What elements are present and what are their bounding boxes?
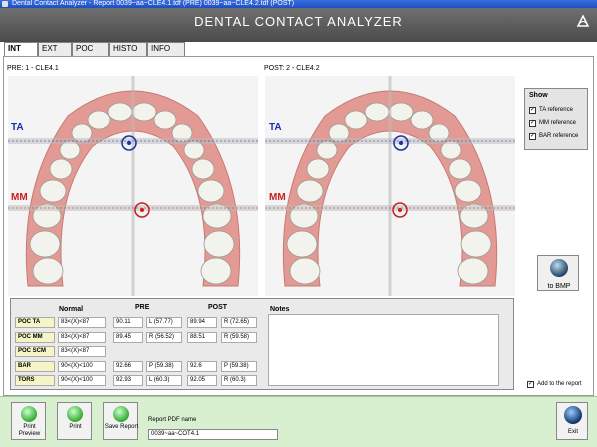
- row-label-tors: TORS: [15, 375, 55, 386]
- row-label-poc-mm: POC MM: [15, 332, 55, 343]
- show-title: Show: [529, 92, 548, 99]
- normal-cell: 83<(X)<87: [58, 346, 106, 357]
- normal-cell: 83<(X)<87: [58, 317, 106, 328]
- print-label: Print: [69, 424, 82, 430]
- pre-value-cell: 90.11: [113, 317, 143, 328]
- tab-histo[interactable]: HISTO: [109, 42, 147, 56]
- tab-int[interactable]: INT: [4, 42, 38, 57]
- post-ta-label: TA: [269, 122, 282, 133]
- pre-mm-label: MM: [11, 192, 28, 203]
- exit-button[interactable]: Exit: [556, 402, 588, 440]
- window-title: Dental Contact Analyzer - Report 0039~aa…: [12, 0, 295, 7]
- app-title: DENTAL CONTACT ANALYZER: [194, 14, 403, 29]
- exit-icon: [564, 406, 582, 424]
- ta-reference-label: TA reference: [539, 107, 573, 113]
- post-value-cell: 92.6: [187, 361, 217, 372]
- tab-ext[interactable]: EXT: [38, 42, 72, 56]
- report-pdf-name-label: Report PDF name: [148, 417, 197, 423]
- print-preview-icon: [21, 406, 37, 422]
- notes-textarea[interactable]: [268, 314, 499, 386]
- post-value-cell: 88.51: [187, 332, 217, 343]
- post-value-cell: 92.05: [187, 375, 217, 386]
- pre-mm-target-icon: [134, 202, 150, 218]
- exit-label: Exit: [567, 429, 578, 435]
- row-label-poc-ta: POC TA: [15, 317, 55, 328]
- row-label-bar: BAR: [15, 361, 55, 372]
- row-label-poc-scm: POC SCM: [15, 346, 55, 357]
- normal-cell: 83<(X)<87: [58, 332, 106, 343]
- post-value-cell: 89.94: [187, 317, 217, 328]
- pre-side-cell: R (56.52): [146, 332, 182, 343]
- post-arch-image: [265, 76, 515, 296]
- post-side-cell: R (59.58): [221, 332, 257, 343]
- post-mm-target-icon: [392, 202, 408, 218]
- pre-value-cell: 92.93: [113, 375, 143, 386]
- pre-side-cell: P (59.38): [146, 361, 182, 372]
- pre-value-cell: 89.45: [113, 332, 143, 343]
- pre-header: PRE: [135, 304, 150, 311]
- bar-reference-checkbox[interactable]: ✓: [529, 133, 536, 140]
- pre-ta-target-icon: [121, 135, 137, 151]
- normal-cell: 90<(X)<100: [58, 361, 106, 372]
- window-titlebar: Dental Contact Analyzer - Report 0039~aa…: [0, 0, 597, 8]
- pre-side-cell: L (60.3): [146, 375, 182, 386]
- print-preview-label: Print Preview: [18, 424, 41, 437]
- post-mm-label: MM: [269, 192, 286, 203]
- to-bmp-button[interactable]: to BMP: [537, 255, 579, 291]
- save-report-label: Save Report: [104, 424, 139, 430]
- app-icon: [2, 1, 8, 7]
- post-side-cell: R (72.65): [221, 317, 257, 328]
- notes-header: Notes: [270, 306, 290, 313]
- pre-value-cell: 92.66: [113, 361, 143, 372]
- tab-info[interactable]: INFO: [147, 42, 185, 56]
- report-pdf-name-input[interactable]: 0039~aa~COT4.1: [148, 429, 278, 440]
- mm-reference-label: MM reference: [539, 120, 577, 126]
- bar-reference-label: BAR reference: [539, 133, 579, 139]
- add-to-report-label: Add to the report: [537, 381, 582, 387]
- post-side-cell: P (59.38): [221, 361, 257, 372]
- normal-cell: 90<(X)<100: [58, 375, 106, 386]
- post-header: POST: [208, 304, 228, 311]
- tab-poc[interactable]: POC: [72, 42, 109, 56]
- pre-label: PRE: 1 - CLE4.1: [7, 65, 59, 72]
- post-ta-target-icon: [393, 135, 409, 151]
- mm-reference-checkbox[interactable]: ✓: [529, 120, 536, 127]
- print-button[interactable]: Print: [57, 402, 92, 440]
- pre-side-cell: L (57.77): [146, 317, 182, 328]
- print-icon: [67, 406, 83, 422]
- pre-arch-image: [8, 76, 258, 296]
- bmp-icon: [550, 259, 568, 277]
- post-side-cell: R (60.3): [221, 375, 257, 386]
- normal-header: Normal: [59, 306, 84, 313]
- to-bmp-label: to BMP: [547, 283, 571, 290]
- post-label: POST: 2 - CLE4.2: [264, 65, 320, 72]
- logo-icon: [576, 14, 590, 27]
- print-preview-button[interactable]: Print Preview: [11, 402, 46, 440]
- save-report-button[interactable]: Save Report: [103, 402, 138, 440]
- save-report-icon: [113, 406, 129, 422]
- app-header: DENTAL CONTACT ANALYZER: [0, 8, 597, 42]
- ta-reference-checkbox[interactable]: ✓: [529, 107, 536, 114]
- pre-ta-label: TA: [11, 122, 24, 133]
- add-to-report-checkbox[interactable]: ✓: [527, 381, 534, 388]
- show-options-box: Show ✓ TA reference ✓ MM reference ✓ BAR…: [524, 88, 588, 150]
